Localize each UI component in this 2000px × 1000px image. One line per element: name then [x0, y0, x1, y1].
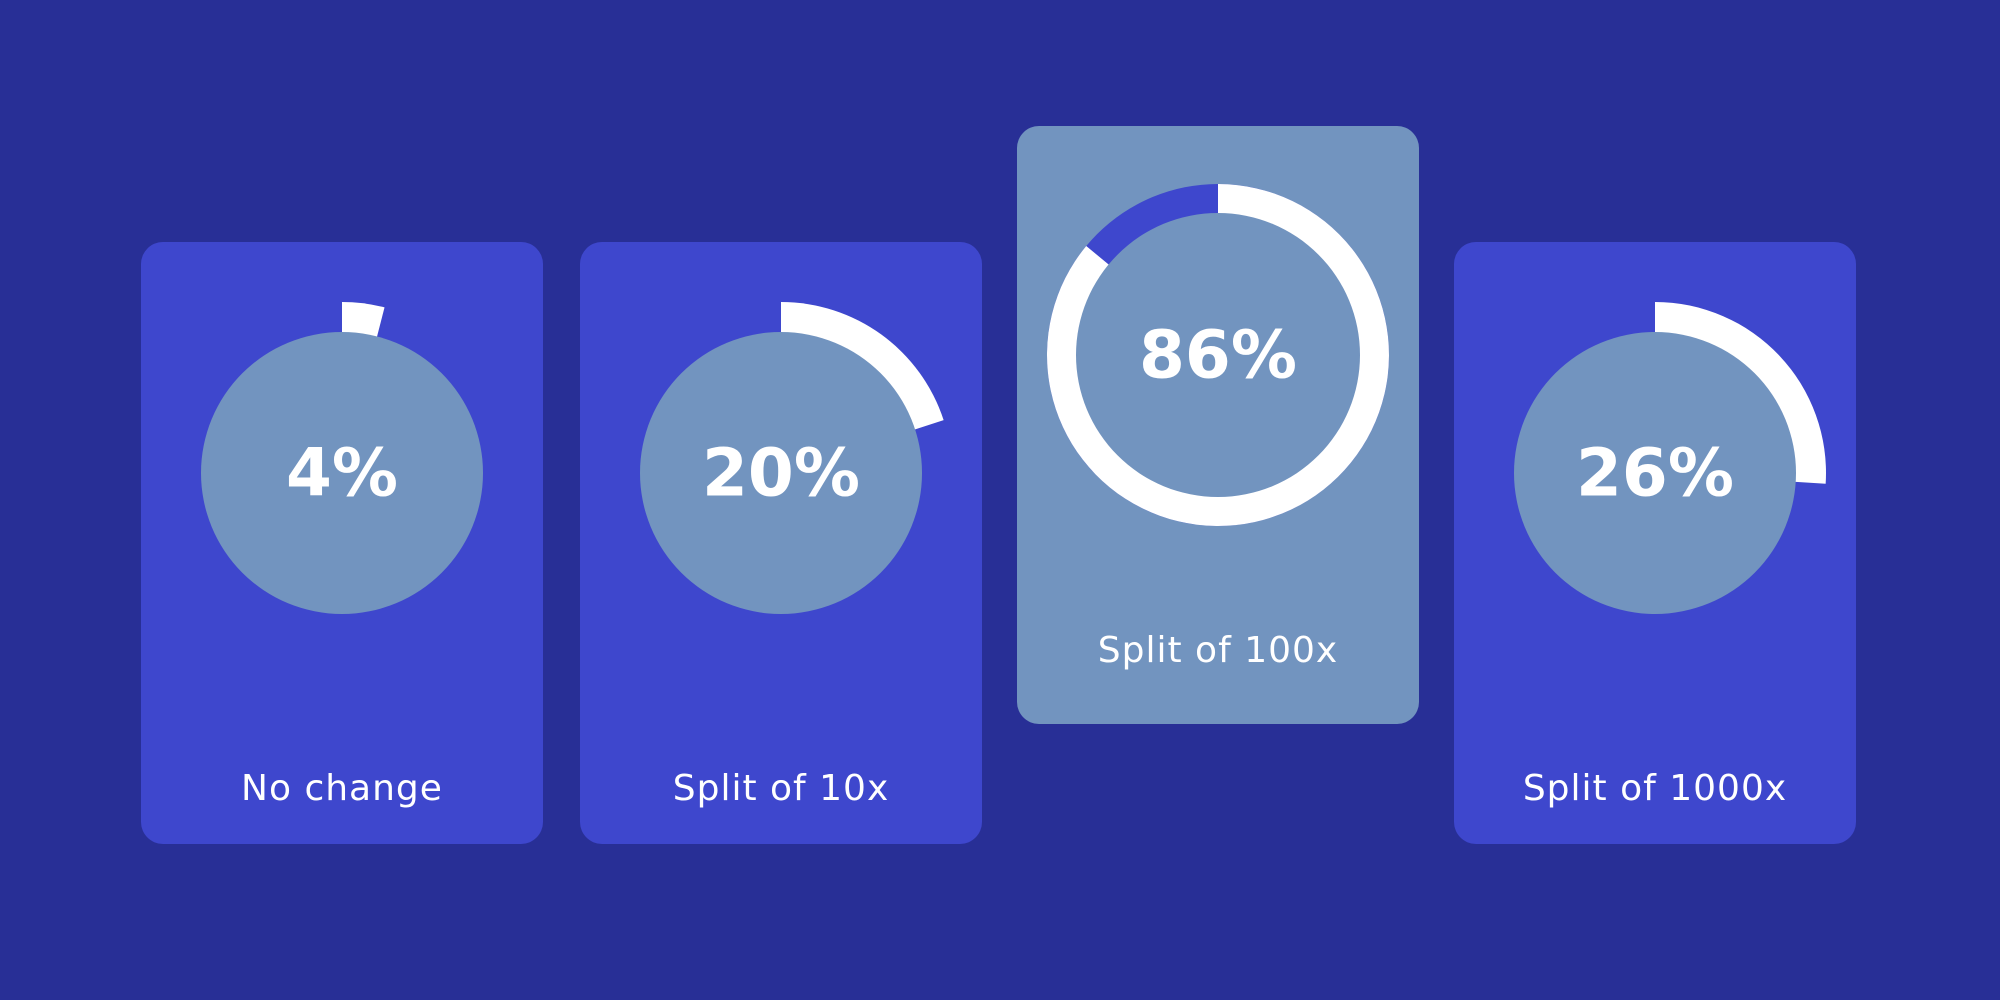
card-label: Split of 10x [672, 768, 890, 809]
card-label: Split of 1000x [1522, 768, 1788, 809]
gauge-split-10x: 20% [640, 302, 944, 614]
gauge-percentage: 20% [702, 435, 860, 512]
gauge-percentage: 26% [1576, 435, 1734, 512]
card-split-1000x: 26% Split of 1000x [1454, 242, 1856, 844]
gauge-no-change: 4% [201, 302, 483, 614]
gauge-percentage: 86% [1139, 317, 1297, 394]
card-split-10x: 20% Split of 10x [580, 242, 982, 844]
gauge-split-1000x: 26% [1514, 302, 1826, 614]
page: { "colors": { "background": "#282f96", "… [0, 0, 2000, 1000]
card-label: Split of 100x [1097, 630, 1339, 671]
gauge-percentage: 4% [286, 435, 398, 512]
card-no-change: 4% No change [141, 242, 543, 844]
card-split-100x: 86% Split of 100x [1017, 126, 1419, 724]
card-label: No change [241, 768, 443, 809]
